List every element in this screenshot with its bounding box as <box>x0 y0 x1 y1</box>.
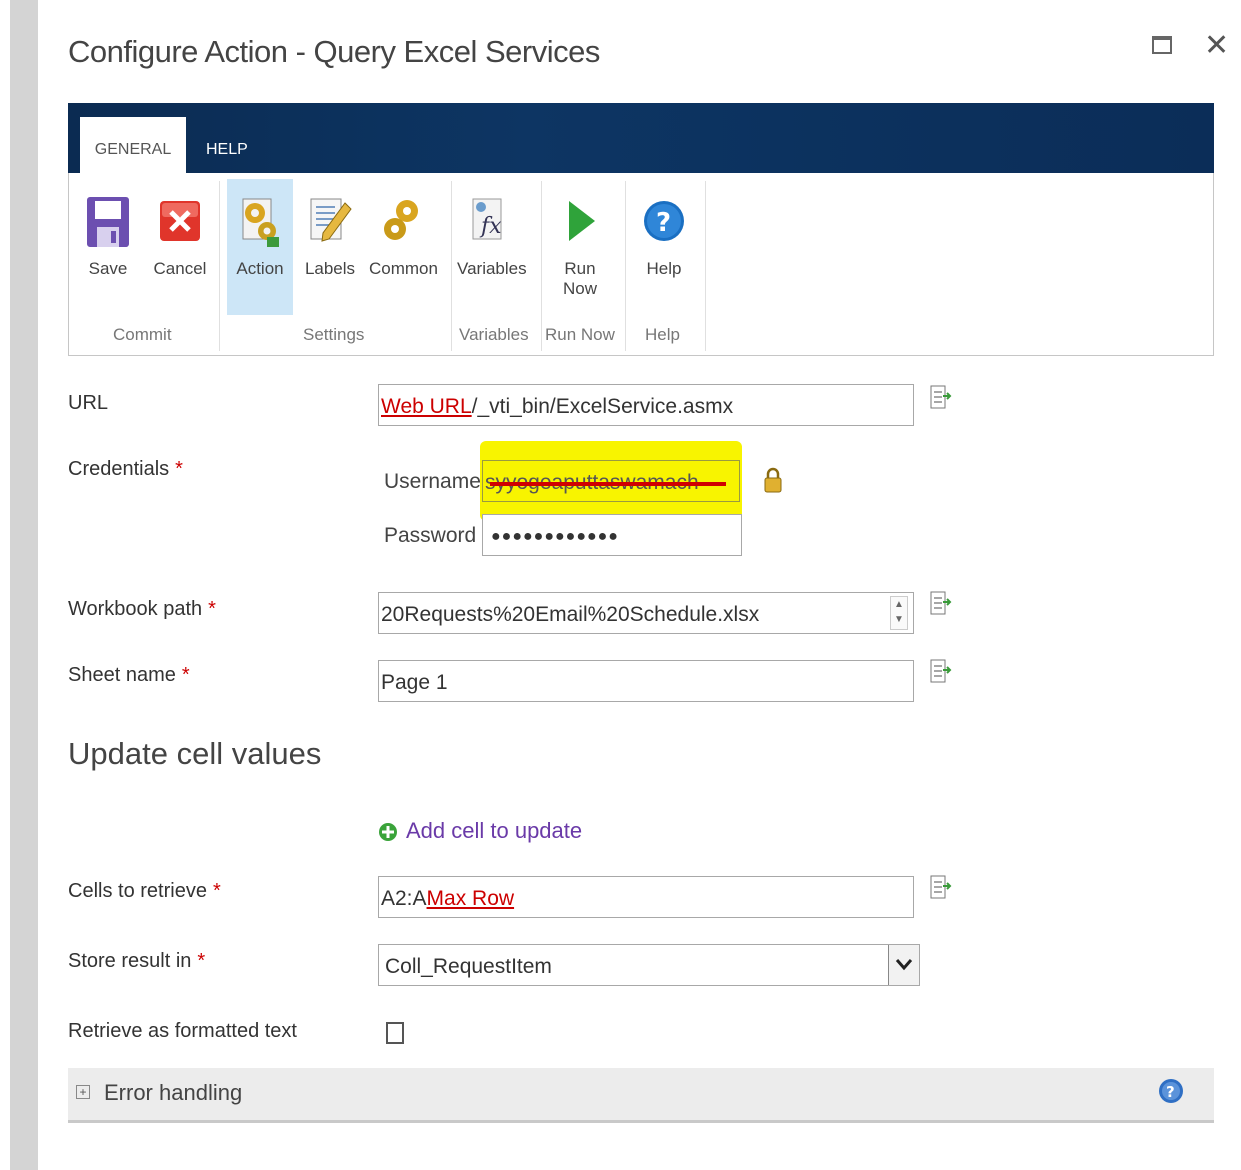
workbook-path-label-text: Workbook path <box>68 598 203 620</box>
sheet-name-input[interactable]: Page 1 <box>378 660 914 702</box>
url-suffix: /_vti_bin/ExcelService.asmx <box>471 395 734 418</box>
save-button[interactable]: Save <box>75 179 141 279</box>
tab-general[interactable]: GENERAL <box>80 117 186 173</box>
group-separator <box>541 181 542 351</box>
run-now-label: Run Now <box>547 259 613 299</box>
required-marker: * <box>181 664 190 686</box>
section-heading-update-cells: Update cell values <box>68 736 322 771</box>
formatted-text-checkbox[interactable] <box>386 1022 404 1044</box>
lock-icon[interactable] <box>762 466 784 494</box>
cancel-label: Cancel <box>153 259 207 278</box>
pencil-document-icon <box>310 198 352 242</box>
floppy-disk-icon <box>87 197 129 247</box>
save-label: Save <box>88 259 128 278</box>
svg-text:fx: fx <box>479 214 502 239</box>
run-now-label-line1: Run <box>564 259 596 278</box>
run-now-label-line2: Now <box>562 279 597 298</box>
close-icon[interactable]: ✕ <box>1204 28 1229 63</box>
group-separator <box>625 181 626 351</box>
password-input[interactable]: ●●●●●●●●●●●● <box>482 514 742 556</box>
url-input[interactable]: Web URL/_vti_bin/ExcelService.asmx <box>378 384 914 426</box>
variables-label: Variables <box>457 259 527 278</box>
url-reference-token[interactable]: Web URL <box>381 395 472 418</box>
insert-reference-icon[interactable] <box>930 384 952 412</box>
gears-icon <box>384 200 418 240</box>
group-separator <box>219 181 220 351</box>
cells-to-retrieve-input[interactable]: A2:AMax Row <box>378 876 914 918</box>
action-label: Action <box>236 259 284 278</box>
error-handling-label[interactable]: Error handling <box>104 1080 242 1106</box>
password-label: Password <box>384 524 477 547</box>
store-result-select[interactable]: Coll_RequestItem <box>378 944 920 986</box>
ribbon-body: Save Cancel Action Labels Common fx Vari… <box>68 173 1214 356</box>
username-input[interactable]: syyogeaputtaswamach <box>482 460 740 502</box>
run-now-button[interactable]: Run Now <box>547 179 613 299</box>
store-result-selected-value: Coll_RequestItem <box>385 955 552 978</box>
workbook-path-label: Workbook path * <box>68 598 216 621</box>
variables-button[interactable]: fx Variables <box>457 179 527 279</box>
dialog-title: Configure Action - Query Excel Services <box>68 34 600 69</box>
textarea-scroll-arrows[interactable]: ▲ ▼ <box>890 596 908 630</box>
green-plus-icon <box>379 823 397 842</box>
add-cell-link[interactable]: Add cell to update <box>378 818 582 844</box>
ribbon-tab-bar: GENERAL HELP <box>68 103 1214 173</box>
credentials-label-text: Credentials <box>68 458 170 480</box>
add-cell-link-text: Add cell to update <box>406 818 583 843</box>
common-button[interactable]: Common <box>369 179 438 279</box>
configure-action-dialog: Configure Action - Query Excel Services … <box>38 0 1241 1170</box>
group-label-settings: Settings <box>303 325 365 344</box>
cancel-button[interactable]: Cancel <box>147 179 213 279</box>
background-strip <box>0 0 38 1170</box>
insert-reference-icon[interactable] <box>930 590 952 618</box>
required-marker: * <box>197 950 206 972</box>
cells-reference-token[interactable]: Max Row <box>427 887 515 910</box>
url-label: URL <box>68 392 109 414</box>
help-button[interactable]: ? Help <box>631 179 697 279</box>
labels-button[interactable]: Labels <box>297 179 363 279</box>
play-icon <box>569 201 595 241</box>
common-label: Common <box>369 259 438 278</box>
error-handling-section[interactable]: + Error handling ? <box>68 1068 1214 1123</box>
redaction-strike <box>490 482 726 486</box>
formatted-text-label: Retrieve as formatted text <box>68 1020 297 1042</box>
workbook-path-input[interactable]: 20Requests%20Email%20Schedule.xlsx <box>378 592 914 634</box>
required-marker: * <box>175 458 183 480</box>
store-result-label-text: Store result in <box>68 950 192 972</box>
help-label: Help <box>646 259 682 278</box>
cells-to-retrieve-label-text: Cells to retrieve <box>68 880 207 902</box>
help-question-icon: ? <box>644 201 684 241</box>
action-button[interactable]: Action <box>227 179 293 315</box>
insert-reference-icon[interactable] <box>930 658 952 686</box>
store-result-label: Store result in * <box>68 950 205 973</box>
group-separator <box>451 181 452 351</box>
expand-toggle-icon[interactable]: + <box>76 1085 90 1099</box>
group-separator <box>705 181 706 351</box>
function-icon: fx <box>472 198 502 240</box>
cancel-x-icon <box>160 201 200 241</box>
tab-help[interactable]: HELP <box>206 117 248 173</box>
required-marker: * <box>208 598 216 620</box>
group-label-run-now: Run Now <box>545 325 615 344</box>
cells-prefix: A2:A <box>381 887 427 910</box>
insert-reference-icon[interactable] <box>930 874 952 902</box>
required-marker: * <box>212 880 221 902</box>
username-label: Username <box>384 470 481 493</box>
group-label-commit: Commit <box>113 325 172 344</box>
help-question-icon[interactable]: ? <box>1158 1078 1184 1104</box>
labels-label: Labels <box>304 259 356 278</box>
sheet-name-label: Sheet name * <box>68 664 190 687</box>
gear-document-icon <box>242 198 279 247</box>
maximize-icon[interactable] <box>1152 36 1172 54</box>
group-label-help: Help <box>645 325 680 344</box>
credentials-label: Credentials * <box>68 458 183 481</box>
group-label-variables: Variables <box>459 325 529 344</box>
svg-text:?: ? <box>1166 1083 1175 1101</box>
cells-to-retrieve-label: Cells to retrieve * <box>68 880 221 903</box>
sheet-name-label-text: Sheet name <box>68 664 176 686</box>
svg-text:?: ? <box>656 208 671 238</box>
chevron-down-icon[interactable] <box>888 945 919 985</box>
